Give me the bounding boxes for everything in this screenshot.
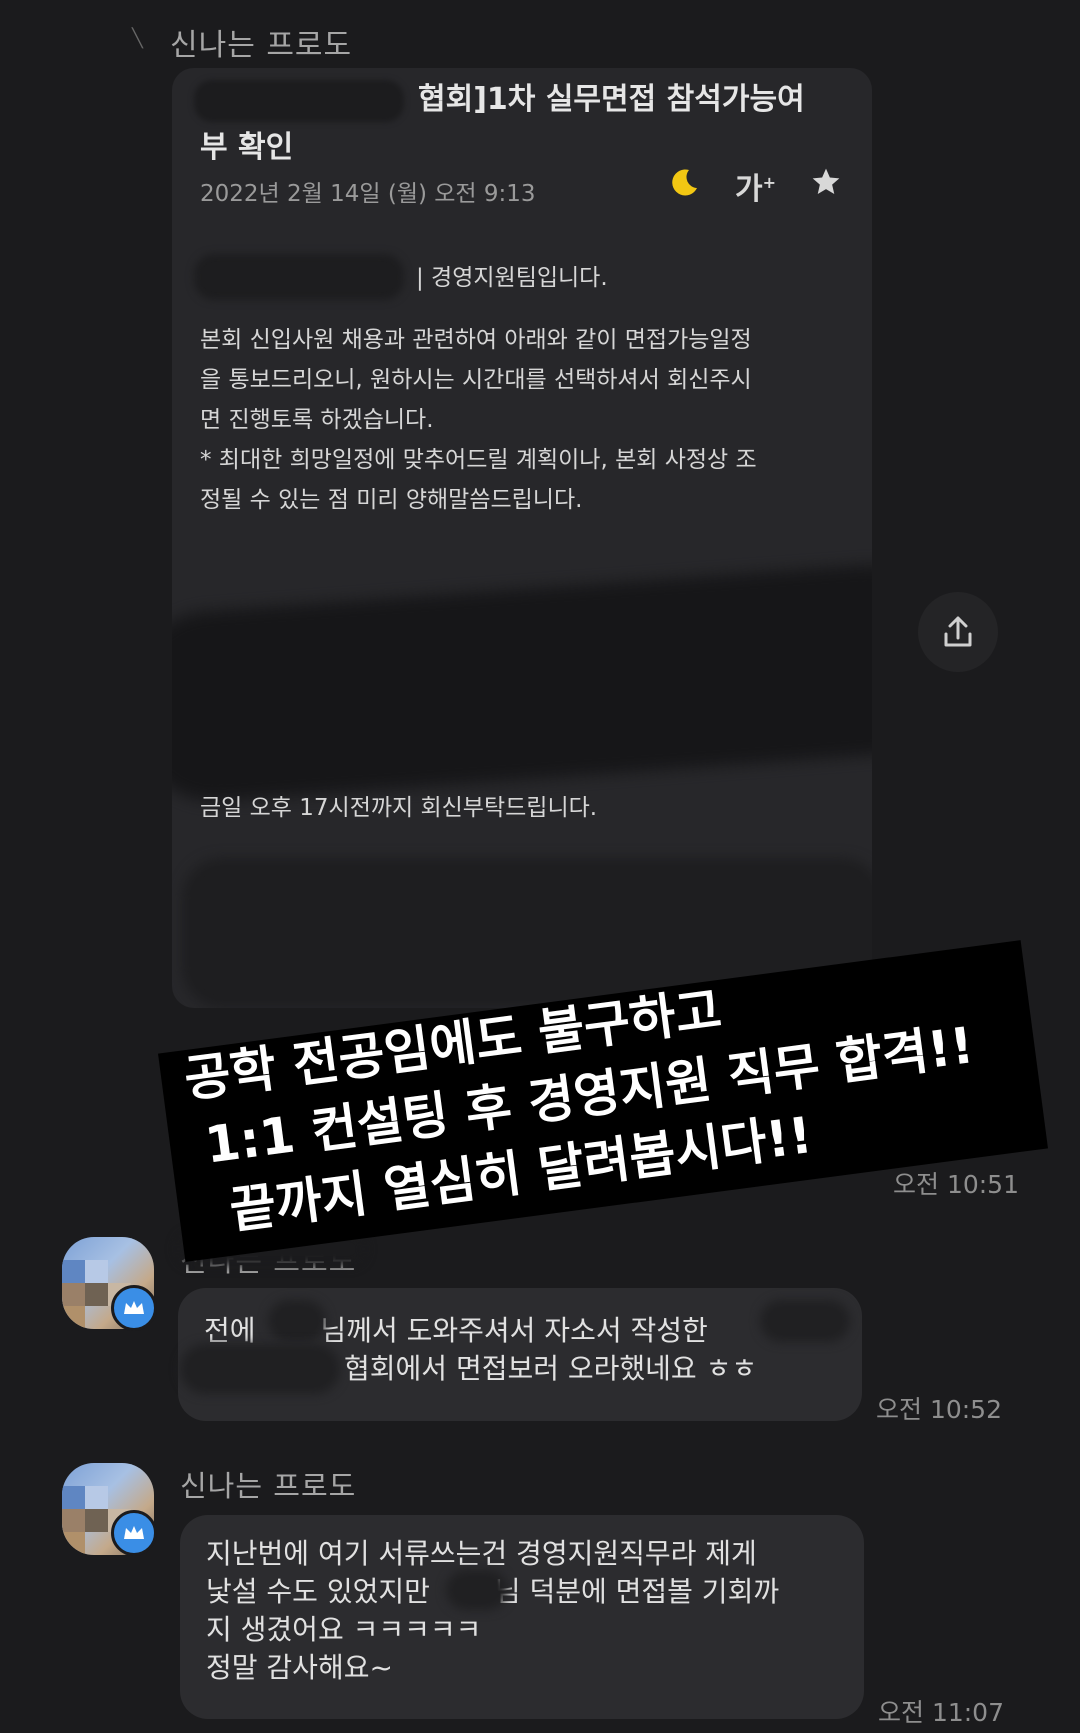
timestamp: 오전 10:52: [876, 1395, 1002, 1424]
message-bubble[interactable]: 지난번에 여기 서류쓰는건 경영지원직무라 제게 낯설 수도 있었지만 님 덕분…: [180, 1515, 864, 1719]
crown-icon: [111, 1510, 157, 1556]
timestamp: 오전 10:51: [893, 1170, 1019, 1199]
sender-name-top: 신나는 프로도: [170, 28, 353, 63]
share-button[interactable]: [918, 592, 998, 672]
share-icon: [944, 616, 972, 647]
sender-name: 신나는 프로도: [180, 1469, 357, 1503]
email-greeting: | 경영지원팀입니다.: [416, 265, 608, 291]
redaction-blur: [172, 559, 872, 807]
font-size-icon[interactable]: 가+: [735, 164, 776, 208]
email-screenshot-image[interactable]: 협회]1차 실무면접 참석가능여 부 확인 2022년 2월 14일 (월) 오…: [172, 68, 872, 1008]
email-body: | 경영지원팀입니다. 본회 신입사원 채용과 관련하여 아래와 같이 면접가능…: [200, 258, 850, 542]
redaction-blur: [446, 1570, 508, 1610]
email-date: 2022년 2월 14일 (월) 오전 9:13: [200, 181, 536, 207]
moon-icon[interactable]: [669, 166, 701, 206]
star-icon[interactable]: [810, 166, 842, 206]
email-subject-line2: 부 확인: [200, 130, 294, 165]
email-toolbar: 가+: [669, 164, 842, 208]
email-subject: 협회]1차 실무면접 참석가능여 부 확인: [200, 76, 860, 172]
chat-screen: ╲ 신나는 프로도 협회]1차 실무면접 참석가능여 부 확인 2022년 2월…: [0, 0, 1080, 1733]
email-subject-line1: 협회]1차 실무면접 참석가능여: [418, 82, 805, 117]
email-paragraph: 본회 신입사원 채용과 관련하여 아래와 같이 면접가능일정 을 통보드리오니,…: [200, 327, 757, 513]
redaction-blur: [760, 1300, 850, 1342]
email-deadline: 금일 오후 17시전까지 회신부탁드립니다.: [200, 795, 598, 821]
timestamp: 오전 11:07: [878, 1698, 1004, 1727]
redaction-blur: [180, 1344, 340, 1394]
tail-mark: ╲: [132, 28, 143, 49]
font-size-label: 가: [734, 172, 763, 207]
redaction-blur: [268, 1300, 326, 1342]
crown-icon: [111, 1285, 157, 1331]
